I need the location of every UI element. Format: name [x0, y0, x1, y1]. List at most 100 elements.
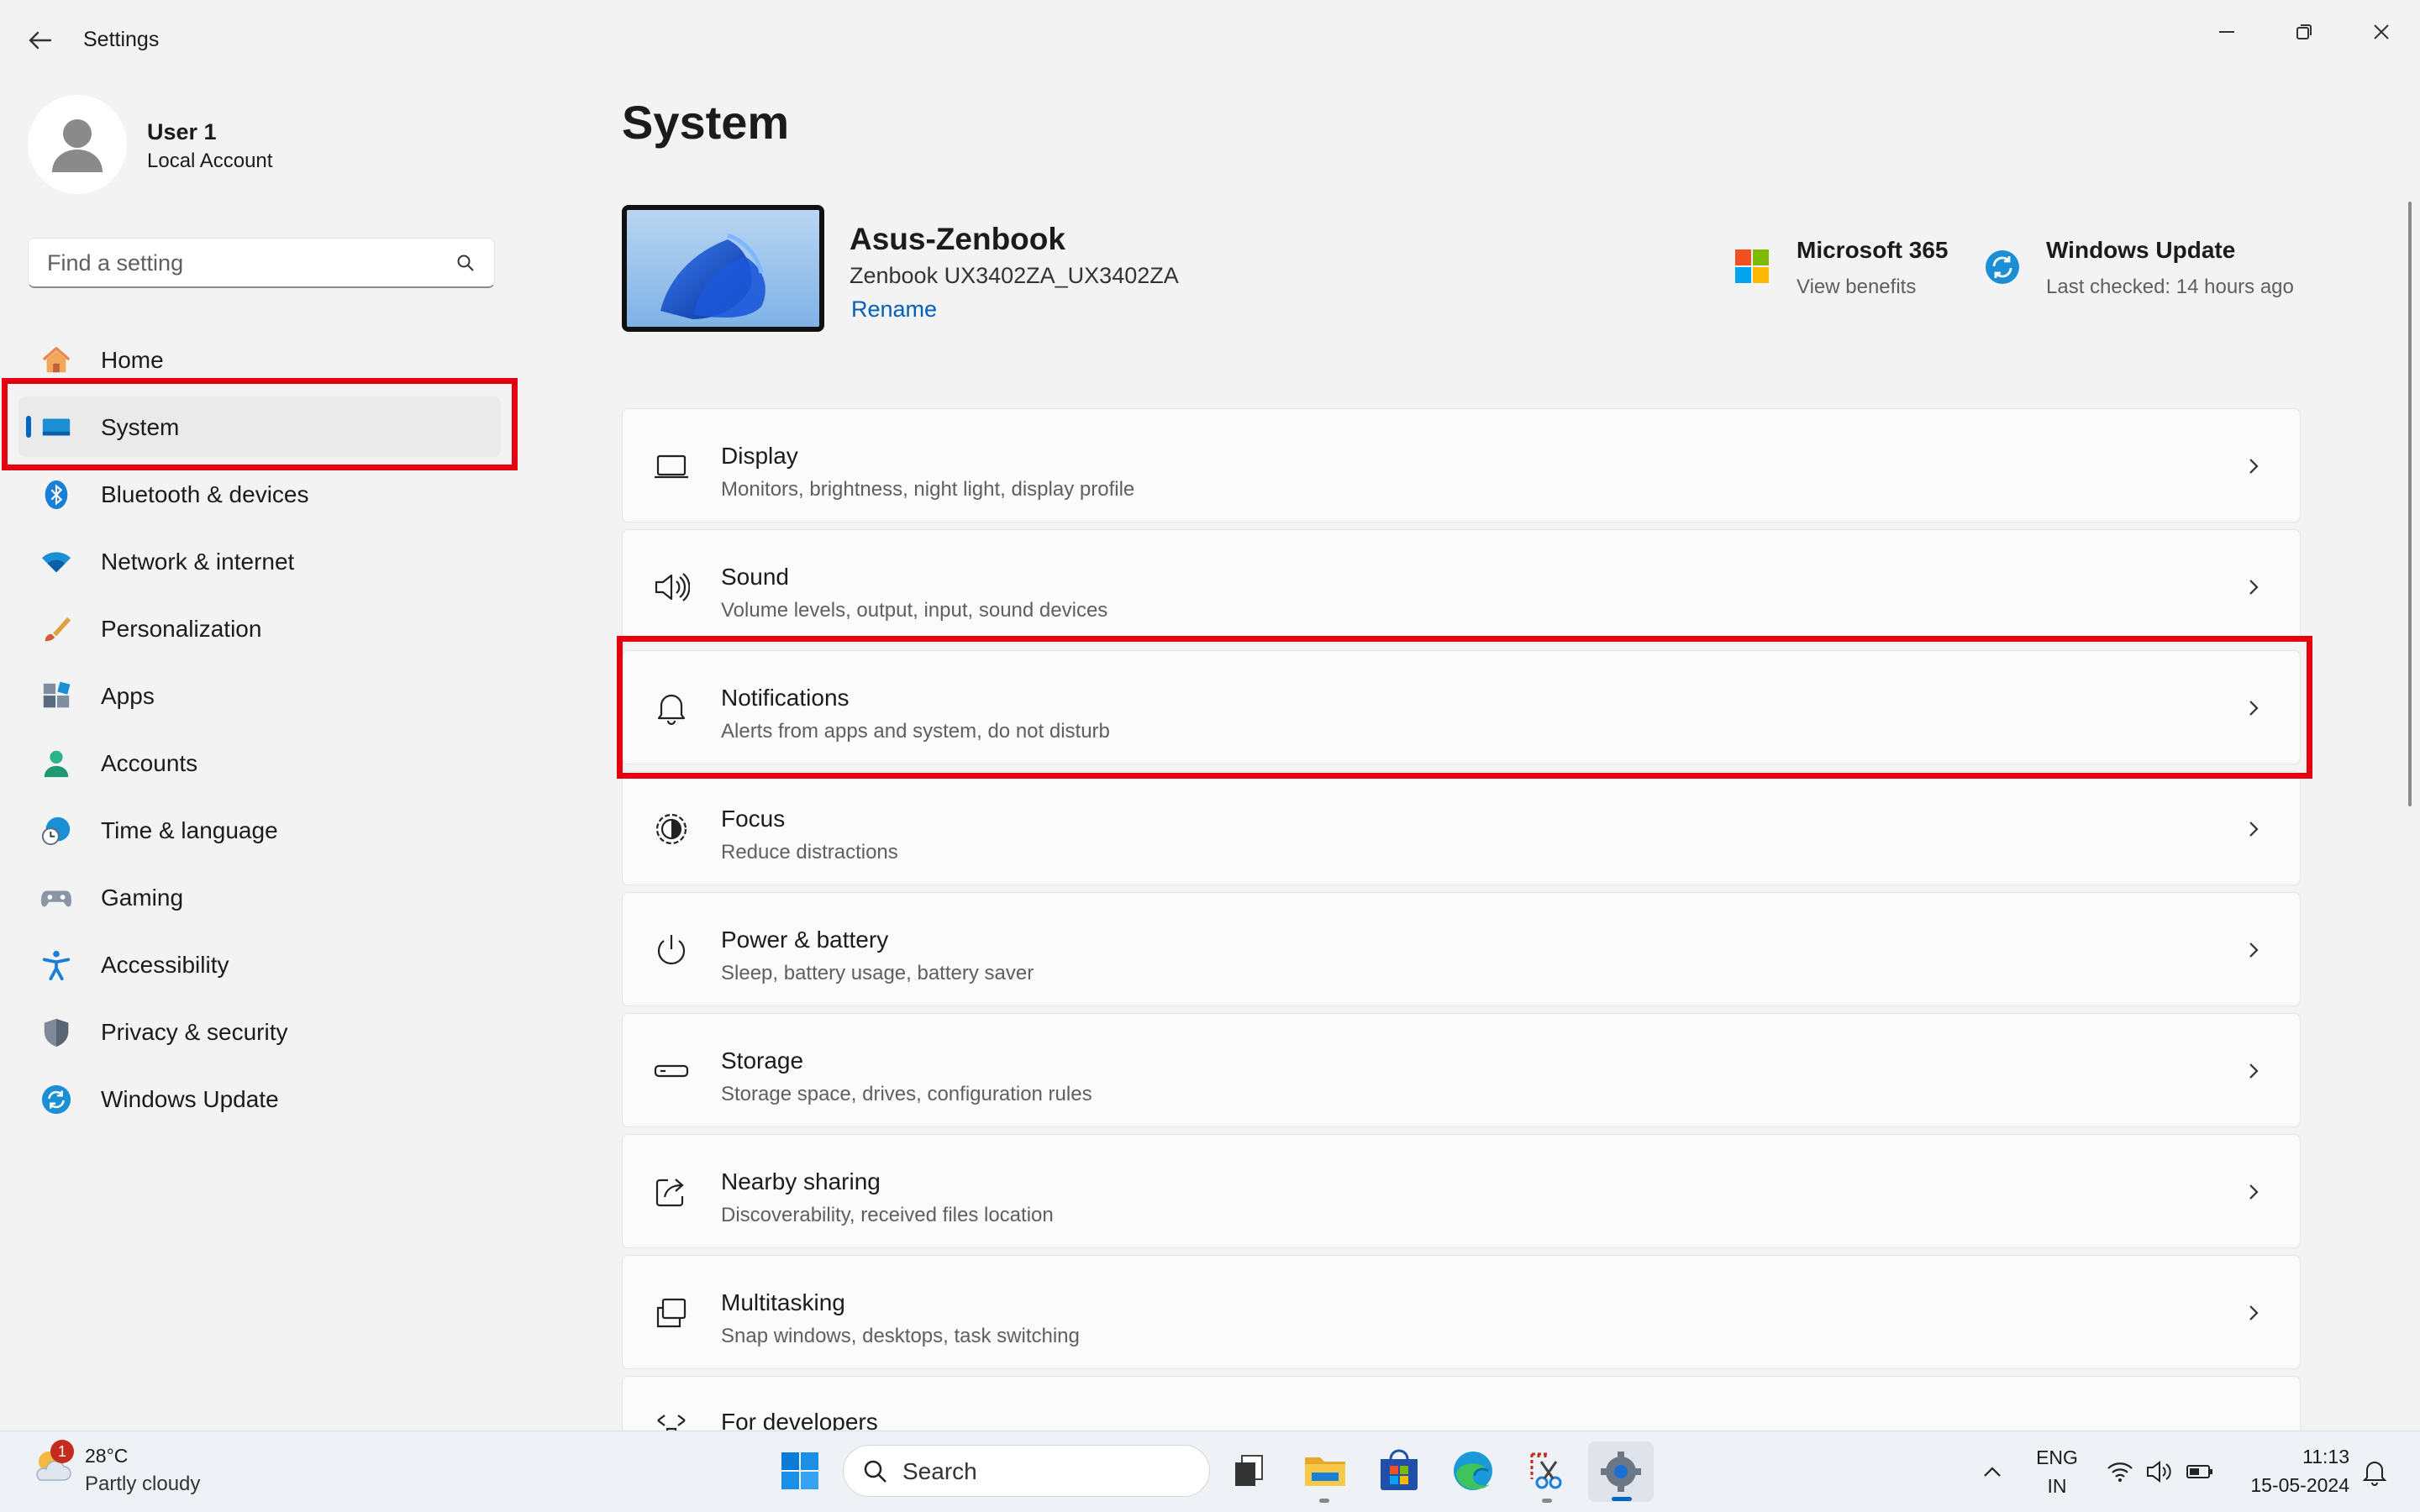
volume-tray-button[interactable] [2145, 1457, 2174, 1490]
settings-card-display[interactable]: Display Monitors, brightness, night ligh… [622, 408, 2301, 522]
device-name: Asus-Zenbook [850, 222, 1065, 256]
battery-tray-button[interactable] [2186, 1459, 2214, 1488]
edge-browser-icon [1454, 1452, 1492, 1490]
settings-card-power-battery[interactable]: Power & battery Sleep, battery usage, ba… [622, 892, 2301, 1006]
task-view-icon [1235, 1455, 1263, 1486]
windows-update-title[interactable]: Windows Update [2046, 237, 2235, 264]
accounts-icon [44, 750, 69, 778]
apps-icon [43, 681, 71, 708]
settings-card-multitasking[interactable]: Multitasking Snap windows, desktops, tas… [622, 1255, 2301, 1369]
speaker-icon [2147, 1461, 2171, 1483]
language-indicator-top[interactable]: ENG [2033, 1446, 2081, 1469]
store-button[interactable] [1374, 1446, 1424, 1496]
gamepad-icon [40, 890, 72, 907]
sidebar-item-gaming[interactable]: Gaming [18, 867, 501, 927]
chevron-up-icon [1984, 1467, 2001, 1477]
sidebar-item-bluetooth[interactable]: Bluetooth & devices [18, 464, 501, 524]
wifi-icon [41, 552, 71, 573]
update-icon [41, 1084, 71, 1115]
clock-globe-icon [41, 816, 71, 846]
clock-time[interactable]: 11:13 [2235, 1446, 2349, 1468]
network-tray-button[interactable] [2106, 1457, 2134, 1490]
bluetooth-icon [45, 480, 68, 510]
accessibility-icon [42, 950, 71, 981]
back-arrow-icon[interactable] [25, 25, 55, 55]
settings-card-for-developers[interactable]: For developers [622, 1376, 2301, 1431]
minimize-button[interactable] [2201, 12, 2253, 52]
sidebar-item-privacy[interactable]: Privacy & security [18, 1001, 501, 1062]
highlight-box-notifications [617, 636, 2312, 779]
show-hidden-icons-button[interactable] [1980, 1460, 2005, 1489]
close-button[interactable] [2355, 12, 2407, 52]
chevron-right-icon [2249, 1305, 2259, 1320]
chevron-right-icon [2249, 580, 2259, 595]
device-image [622, 205, 824, 332]
weather-badge: 1 [50, 1440, 74, 1463]
settings-gear-icon [1601, 1452, 1641, 1492]
windows-update-link[interactable] [1984, 249, 2021, 290]
task-view-button[interactable] [1223, 1446, 1274, 1496]
sidebar-item-network[interactable]: Network & internet [18, 531, 501, 591]
folder-icon [1305, 1457, 1345, 1486]
app-title: Settings [83, 28, 160, 51]
taskbar-search-label: Search [902, 1458, 977, 1484]
settings-taskbar-button[interactable] [1588, 1441, 1654, 1502]
multitasking-icon [656, 1298, 687, 1328]
windows-update-icon [1986, 250, 2019, 284]
chevron-right-icon [2249, 459, 2259, 474]
restore-icon [2296, 24, 2312, 39]
notification-center-button[interactable] [2361, 1457, 2388, 1490]
sidebar-item-personalization[interactable]: Personalization [18, 598, 501, 659]
start-button[interactable] [775, 1446, 825, 1496]
taskbar-search[interactable]: Search [843, 1445, 1210, 1497]
sidebar-item-accounts[interactable]: Accounts [18, 732, 501, 793]
chevron-right-icon [2249, 942, 2259, 958]
microsoft-365-link[interactable] [1733, 248, 1770, 289]
chevron-right-icon [2249, 822, 2259, 837]
minimize-icon [2219, 31, 2234, 33]
clock-date[interactable]: 15-05-2024 [2235, 1474, 2349, 1497]
language-indicator-bottom[interactable]: IN [2033, 1475, 2081, 1498]
search-icon[interactable] [455, 253, 476, 273]
bell-icon [2362, 1462, 2387, 1486]
edge-button[interactable] [1448, 1446, 1498, 1496]
sidebar-item-time-language[interactable]: Time & language [18, 800, 501, 860]
settings-search-box[interactable] [28, 238, 495, 288]
close-icon [2374, 24, 2389, 39]
settings-card-sound[interactable]: Sound Volume levels, output, input, soun… [622, 529, 2301, 643]
avatar[interactable] [28, 95, 127, 194]
snipping-tool-button[interactable] [1522, 1446, 1572, 1496]
sidebar-item-apps[interactable]: Apps [18, 665, 501, 726]
scrollbar[interactable] [2408, 202, 2412, 806]
share-icon [655, 1179, 684, 1207]
restore-button[interactable] [2278, 12, 2330, 52]
chevron-right-icon [2249, 1184, 2259, 1200]
sidebar-item-accessibility[interactable]: Accessibility [18, 934, 501, 995]
chevron-right-icon [2249, 1063, 2259, 1079]
settings-card-focus[interactable]: Focus Reduce distractions [622, 771, 2301, 885]
file-explorer-button[interactable] [1300, 1446, 1350, 1496]
active-app-indicator [1612, 1497, 1632, 1501]
focus-icon [655, 813, 687, 845]
device-model: Zenbook UX3402ZA_UX3402ZA [850, 263, 1179, 288]
power-icon [657, 935, 686, 965]
settings-card-nearby-sharing[interactable]: Nearby sharing Discoverability, received… [622, 1134, 2301, 1248]
title-bar [0, 0, 2420, 81]
search-input[interactable] [45, 239, 452, 287]
settings-card-storage[interactable]: Storage Storage space, drives, configura… [622, 1013, 2301, 1127]
windows-update-subtitle: Last checked: 14 hours ago [2046, 276, 2294, 298]
microsoft-store-icon [1381, 1449, 1418, 1490]
home-icon [42, 347, 71, 373]
microsoft-365-subtitle: View benefits [1797, 276, 1917, 298]
weather-temp: 28°C [85, 1445, 129, 1467]
snipping-tool-icon [1530, 1452, 1562, 1489]
search-icon [864, 1460, 886, 1483]
display-icon [655, 454, 688, 479]
weather-condition: Partly cloudy [85, 1473, 201, 1495]
rename-link[interactable]: Rename [851, 297, 937, 323]
sidebar-item-windows-update[interactable]: Windows Update [18, 1068, 501, 1129]
wifi-icon [2107, 1462, 2133, 1482]
battery-icon [2186, 1465, 2212, 1478]
microsoft-365-title[interactable]: Microsoft 365 [1797, 237, 1949, 264]
windows-start-icon [781, 1452, 818, 1489]
